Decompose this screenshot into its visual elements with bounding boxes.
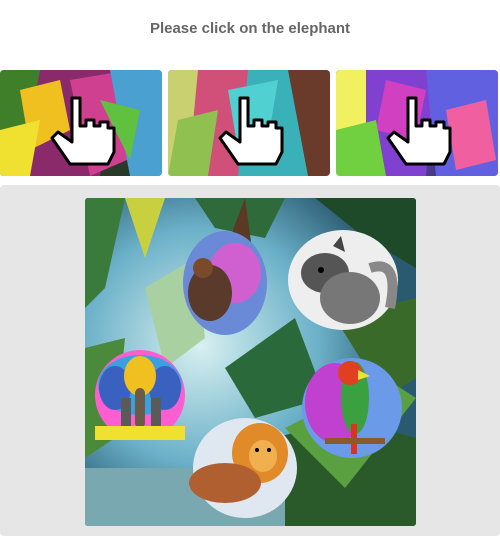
squirrel-target[interactable]: [288, 230, 398, 330]
bear-target[interactable]: [183, 231, 267, 335]
challenge-instruction: Please click on the elephant: [149, 20, 351, 37]
challenge-image[interactable]: [85, 198, 416, 526]
parrot-target[interactable]: [302, 358, 402, 458]
example-thumbnail-2: [168, 70, 330, 176]
elephant-target[interactable]: [95, 350, 185, 440]
example-thumbnail-1: [0, 70, 162, 176]
example-thumbnail-3: [336, 70, 498, 176]
